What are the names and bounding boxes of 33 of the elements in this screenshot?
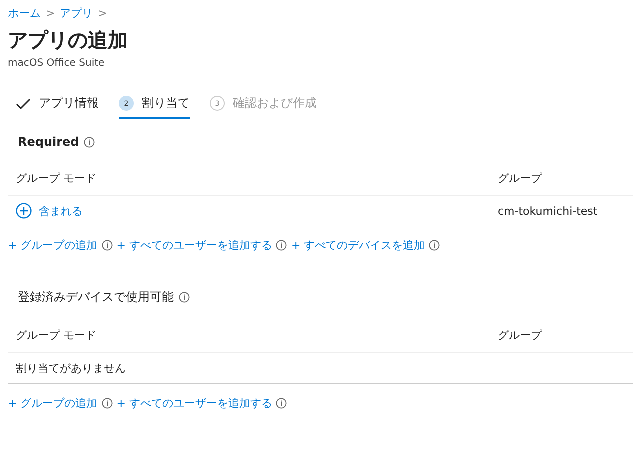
add-link[interactable]: + すべてのユーザーを追加する: [116, 238, 272, 253]
wizard-step-tab[interactable]: アプリ情報: [16, 95, 99, 119]
info-icon[interactable]: [102, 240, 113, 251]
group-mode-link[interactable]: 含まれる: [39, 204, 83, 218]
info-icon[interactable]: [179, 292, 190, 303]
info-icon[interactable]: [276, 240, 288, 251]
column-header: グループ モード: [16, 328, 98, 342]
add-link[interactable]: + すべてのユーザーを追加する: [116, 396, 272, 411]
info-icon[interactable]: [102, 398, 113, 409]
table-cell: cm-tokumichi-test: [498, 204, 598, 218]
add-link[interactable]: + すべてのデバイスを追加: [291, 238, 426, 253]
breadcrumb-link[interactable]: アプリ: [60, 6, 94, 21]
step-label: アプリ情報: [39, 95, 99, 112]
add-link[interactable]: + グループの追加: [8, 396, 98, 411]
page-subtitle: macOS Office Suite: [8, 58, 106, 69]
section-title: Required: [18, 135, 80, 149]
empty-message: 割り当てがありません: [16, 360, 127, 376]
column-header: グループ モード: [16, 170, 98, 186]
add-circle-icon[interactable]: [16, 203, 32, 219]
breadcrumb-link[interactable]: ホーム: [8, 6, 41, 21]
step-label: 割り当て: [142, 95, 190, 112]
checkmark-icon: [16, 98, 31, 110]
step-label: 確認および作成: [233, 95, 317, 112]
column-header: グループ: [498, 328, 542, 342]
info-icon[interactable]: [84, 136, 96, 148]
section-title: 登録済みデバイスで使用可能: [18, 289, 174, 306]
info-icon[interactable]: [429, 240, 440, 251]
page-title: アプリの追加: [8, 27, 129, 54]
breadcrumb-separator: >: [46, 7, 56, 20]
column-header: グループ: [498, 170, 542, 186]
add-link[interactable]: + グループの追加: [8, 238, 98, 253]
breadcrumb-separator: >: [98, 7, 108, 20]
info-icon[interactable]: [276, 398, 288, 409]
